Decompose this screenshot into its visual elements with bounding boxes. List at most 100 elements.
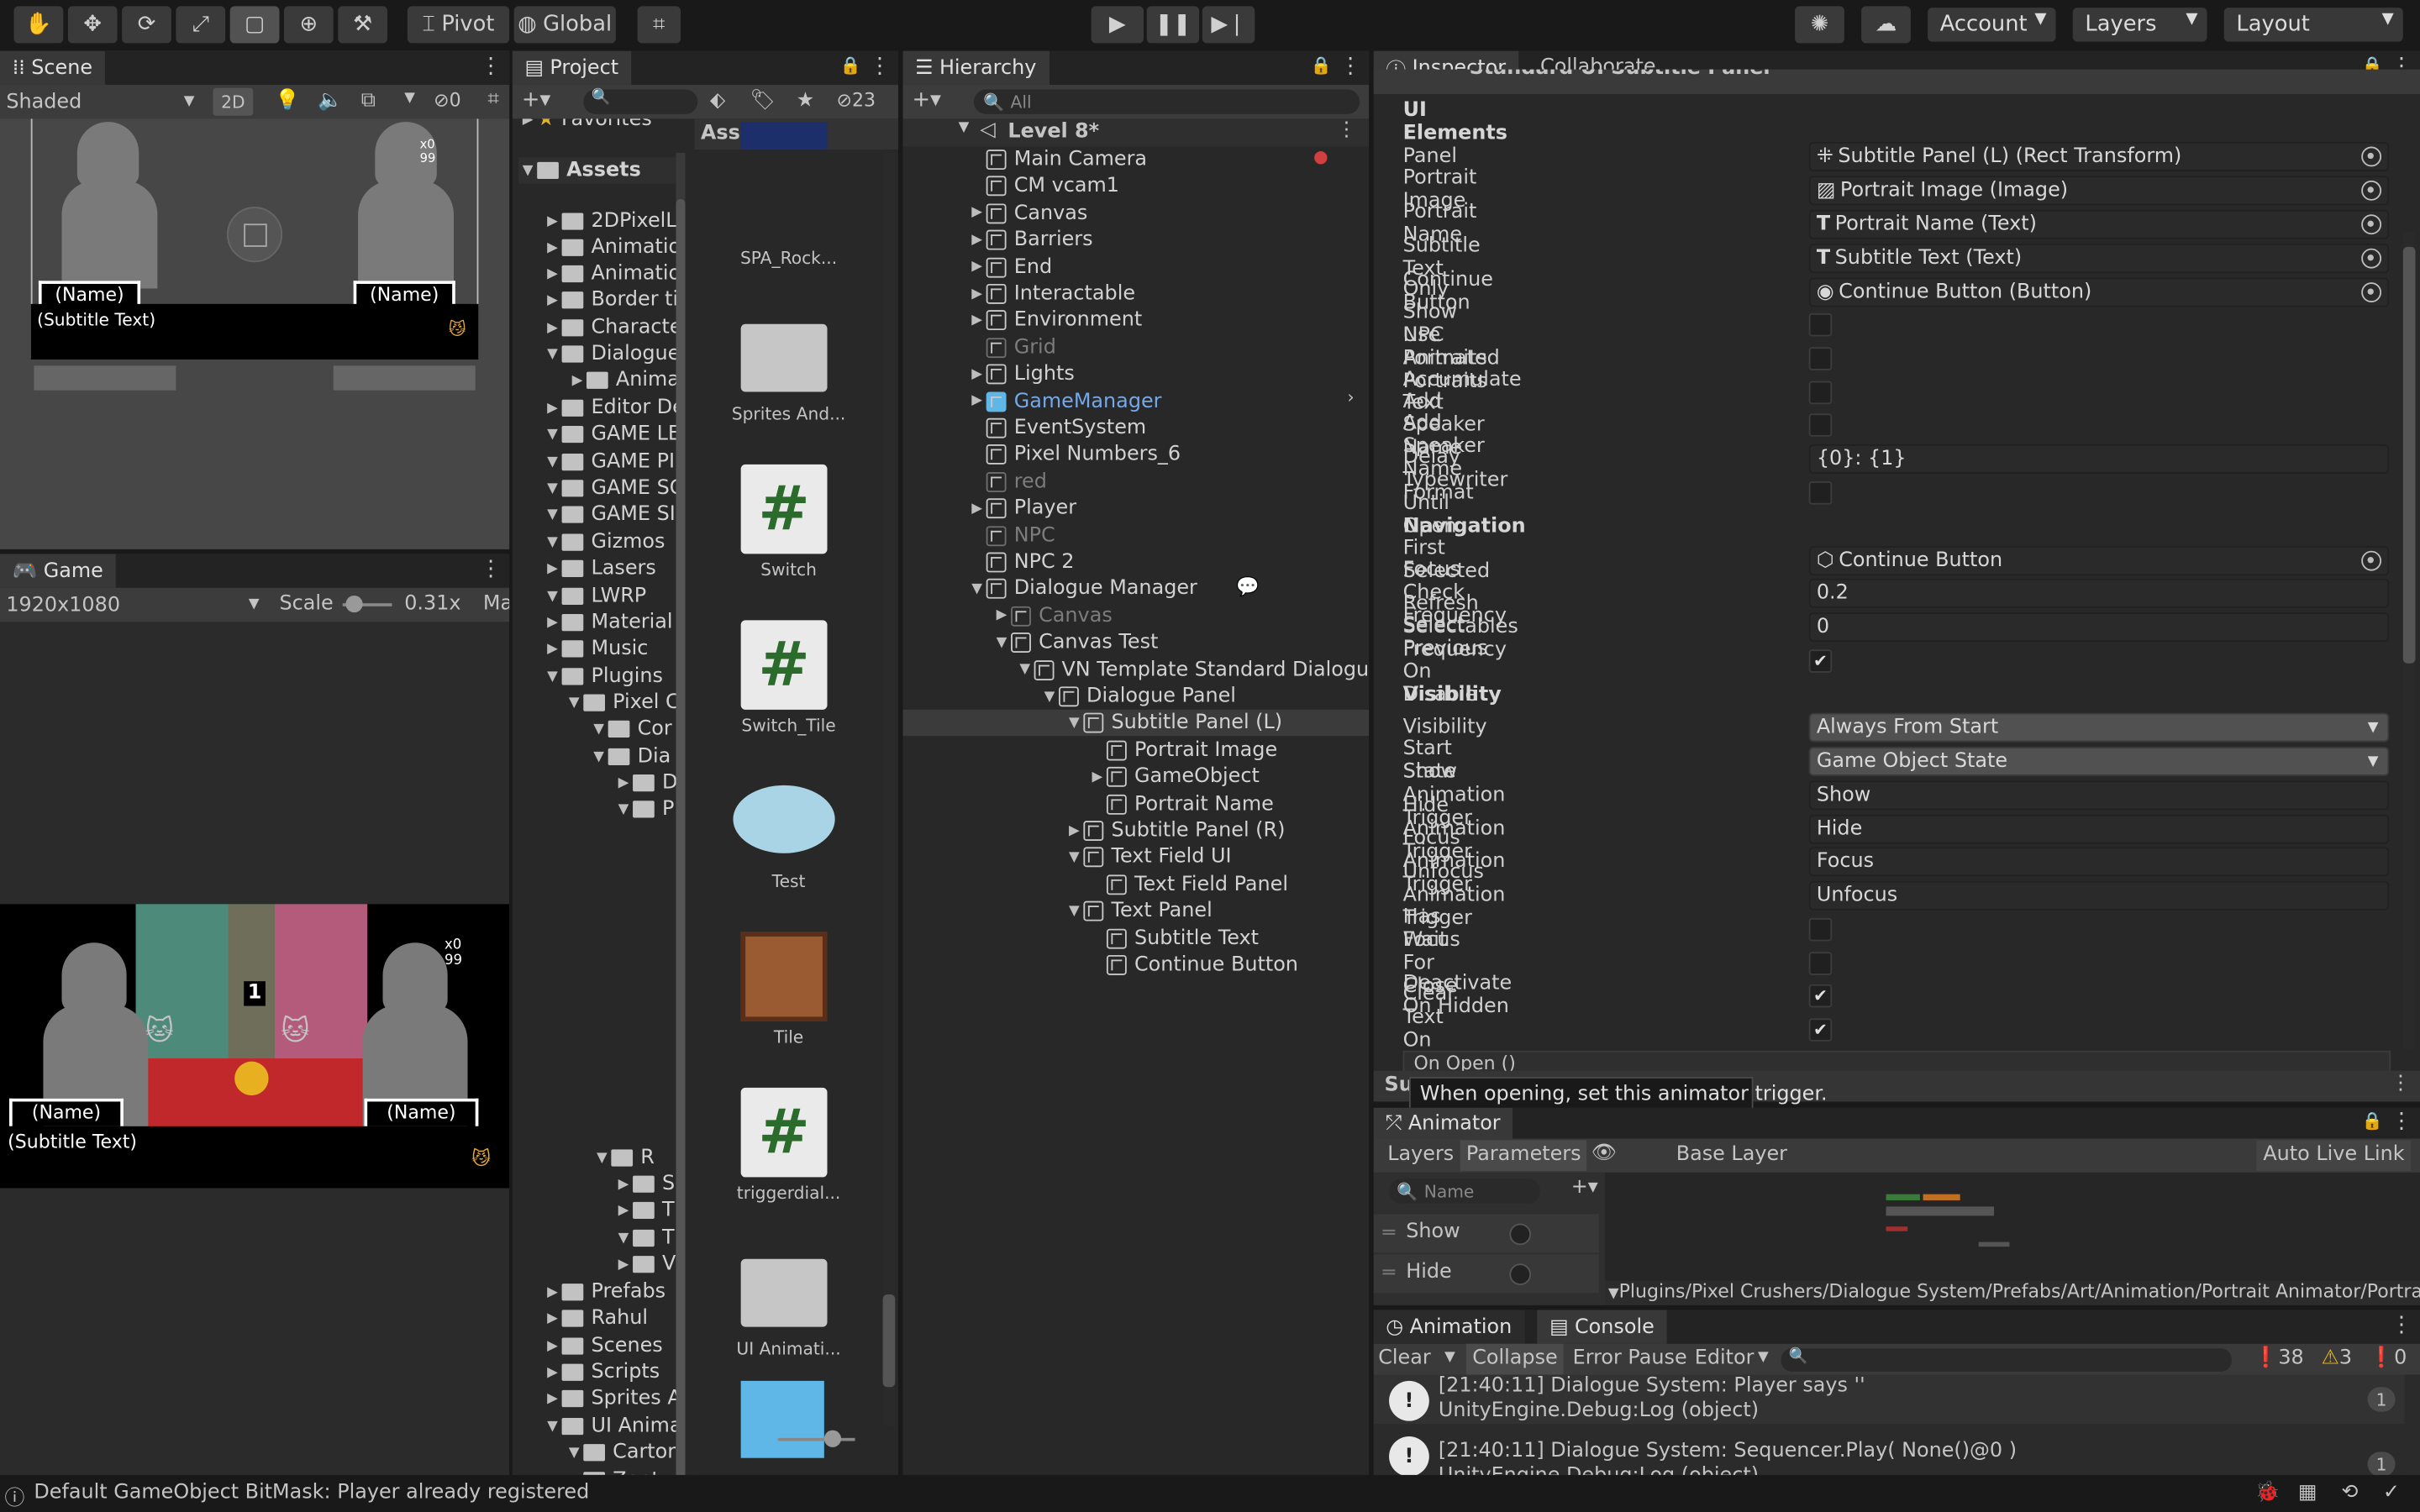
hide-trigger-input[interactable]: Hide — [1808, 814, 2390, 844]
expand-arrow-icon[interactable]: ▶ — [968, 394, 986, 409]
project-menu-icon[interactable]: ⋮ — [869, 54, 891, 78]
project-folder-row[interactable]: ▼ T — [614, 1225, 675, 1251]
unfocus-trigger-input[interactable]: Unfocus — [1808, 880, 2390, 911]
folder-tree-scrollbar[interactable] — [676, 152, 686, 1475]
lock-icon[interactable]: 🔒 — [2362, 1110, 2383, 1131]
hierarchy-row[interactable]: ▶ End — [902, 254, 1369, 280]
project-folder-row[interactable]: ▶ S — [614, 1171, 675, 1197]
project-folder-row[interactable]: ▶ D — [614, 770, 678, 796]
scene-menu-icon[interactable]: ⋮ — [480, 54, 502, 78]
project-folder-row[interactable]: ▼ Pixel C — [565, 690, 680, 716]
project-folder-row[interactable]: ▶ Rahul — [544, 1305, 648, 1331]
shading-dropdown[interactable]: Shaded ▼ — [0, 85, 201, 118]
expand-arrow-icon[interactable]: ▶ — [1065, 823, 1083, 838]
effects-caret-icon[interactable]: ▼ — [404, 91, 415, 106]
component-menu-icon[interactable]: ⋮ — [2391, 1073, 2411, 1096]
project-folder-row[interactable]: ▶ Anima — [568, 367, 680, 393]
expand-arrow-icon[interactable]: ▶ — [968, 233, 986, 248]
hierarchy-row[interactable]: ▼ Dialogue Panel — [902, 684, 1369, 710]
has-focus-checkbox[interactable] — [1808, 917, 1833, 942]
create-object-icon[interactable]: +▾ — [913, 88, 941, 113]
component-header[interactable]: Standard UI Subtitle Panel — [1373, 69, 2420, 95]
maximize-toggle[interactable]: Ma — [483, 592, 509, 616]
hierarchy-row[interactable]: Portrait Image — [902, 738, 1369, 764]
focus-trigger-input[interactable]: Focus — [1808, 847, 2390, 877]
game-menu-icon[interactable]: ⋮ — [480, 557, 502, 581]
hand-tool-icon[interactable]: ✋ — [13, 6, 64, 44]
project-folder-row[interactable]: ▼ UI Anima — [544, 1413, 681, 1439]
only-npc-checkbox[interactable] — [1808, 312, 1833, 337]
asset-tile[interactable]: Sprites And... — [695, 278, 883, 433]
status-message[interactable]: Default GameObject BitMask: Player alrea… — [34, 1481, 589, 1504]
grid-icon[interactable]: ⌗ — [487, 88, 498, 112]
project-folder-row[interactable]: ▶ Animatio — [544, 260, 681, 286]
first-selected-field[interactable]: ⬡ Continue Button — [1808, 546, 2390, 576]
select-previous-checkbox[interactable]: ✔ — [1808, 649, 1833, 673]
asset-tile[interactable]: # Switch — [695, 433, 883, 588]
asset-tile[interactable]: # Switch_Tile — [695, 590, 883, 744]
hierarchy-row[interactable]: red — [902, 469, 1369, 495]
object-picker-icon[interactable] — [2361, 214, 2382, 235]
portrait-image-field[interactable]: ▨ Portrait Image (Image) — [1808, 176, 2390, 206]
console-entry[interactable]: ! [21:40:11] Dialogue System: Player say… — [1373, 1374, 2405, 1425]
animator-menu-icon[interactable]: ⋮ — [2391, 1110, 2412, 1134]
error-count-toggle[interactable]: ❗0 — [2369, 1347, 2407, 1370]
project-folder-row[interactable]: ▶ Prefabs — [544, 1279, 666, 1305]
console-menu-icon[interactable]: ⋮ — [2391, 1313, 2412, 1337]
hierarchy-row[interactable]: ▶ GameManager — [902, 388, 1369, 414]
continue-button-field[interactable]: ◉ Continue Button (Button) — [1808, 277, 2390, 307]
project-folder-row[interactable]: ▶ Border ti — [544, 287, 678, 313]
hidden-objects-icon[interactable]: ⊘0 — [434, 90, 461, 112]
hierarchy-row[interactable]: Continue Button — [902, 952, 1369, 978]
hidden-packages-icon[interactable]: ⊘23 — [837, 90, 876, 112]
lock-icon[interactable]: 🔒 — [1311, 55, 1332, 76]
favorite-star-icon[interactable]: ★ — [797, 90, 814, 113]
trigger-toggle[interactable] — [1509, 1223, 1532, 1246]
2d-toggle[interactable]: 2D — [213, 87, 254, 116]
progress-icon[interactable]: ⟲ — [2341, 1481, 2358, 1504]
project-folder-row[interactable]: ▶ Lasers — [544, 555, 656, 581]
project-folder-row[interactable]: ▶ Scenes — [544, 1333, 663, 1359]
tab-game[interactable]: 🎮 Game — [0, 554, 116, 588]
project-folder-row[interactable]: ▼ Plugins — [544, 664, 663, 690]
expand-arrow-icon[interactable]: ▶ — [968, 367, 986, 382]
lock-icon[interactable]: 🔒 — [840, 55, 861, 76]
deactivate-hidden-checkbox[interactable]: ✔ — [1808, 984, 1833, 1008]
hierarchy-row[interactable]: NPC — [902, 522, 1369, 549]
expand-arrow-icon[interactable]: ▶ — [968, 286, 986, 302]
trigger-toggle[interactable] — [1509, 1263, 1532, 1286]
editor-caret-icon[interactable]: ▼ — [1758, 1350, 1769, 1365]
log-count-toggle[interactable]: ❗38 — [2254, 1347, 2304, 1370]
add-parameter-icon[interactable]: +▾ — [1571, 1176, 1598, 1200]
project-folder-row[interactable]: ▼ LWRP — [544, 583, 646, 609]
expand-arrow-icon[interactable]: ▶ — [968, 206, 986, 221]
project-folder-row[interactable]: ▶ V — [614, 1252, 676, 1278]
object-picker-icon[interactable] — [2361, 282, 2382, 303]
debug-mode-icon[interactable]: 🐞 — [2254, 1481, 2280, 1504]
tab-console[interactable]: ▤ Console — [1537, 1310, 1667, 1344]
visibility-dropdown[interactable]: Always From Start ▼ — [1808, 712, 2390, 743]
collapse-toggle[interactable]: Collapse — [1465, 1343, 1565, 1375]
expand-arrow-icon[interactable]: ▶ — [1088, 769, 1107, 785]
assets-root-row[interactable]: ▼ Assets — [518, 157, 682, 184]
project-folder-row[interactable]: ▼ Cartor — [565, 1440, 676, 1466]
pivot-toggle[interactable]: ⌶ Pivot — [407, 6, 510, 44]
auto-live-link-button[interactable]: Auto Live Link — [2256, 1140, 2411, 1172]
asset-tile[interactable]: SPA_Rock... — [695, 122, 883, 276]
project-folder-row[interactable]: ▼ Gizmos — [544, 529, 665, 555]
hierarchy-row[interactable]: Pixel Numbers_6 — [902, 442, 1369, 468]
hierarchy-search-input[interactable]: 🔍 All — [973, 89, 1360, 114]
hierarchy-menu-icon[interactable]: ⋮ — [1339, 54, 1361, 78]
expand-arrow-icon[interactable]: ▼ — [1040, 689, 1059, 704]
project-folder-row[interactable]: ▶ Music — [544, 636, 648, 662]
favorites-row[interactable]: ▶ ★ Favorites — [518, 118, 652, 133]
clear-options-caret-icon[interactable]: ▼ — [1444, 1350, 1455, 1365]
hierarchy-row[interactable]: Portrait Name — [902, 790, 1369, 816]
hierarchy-row[interactable]: ▶ Subtitle Panel (R) — [902, 817, 1369, 843]
hierarchy-row[interactable]: CM vcam1 — [902, 173, 1369, 199]
editor-dropdown[interactable]: Editor — [1695, 1347, 1754, 1370]
show-trigger-input[interactable]: Show — [1808, 780, 2390, 811]
scene-viewport[interactable]: x0 99 (Name) (Name) (Subtitle Text) 😼 — [0, 118, 510, 549]
project-folder-row[interactable]: ▼ GAME PI — [544, 449, 675, 475]
project-folder-row[interactable]: ▶ Animatio — [544, 234, 681, 260]
